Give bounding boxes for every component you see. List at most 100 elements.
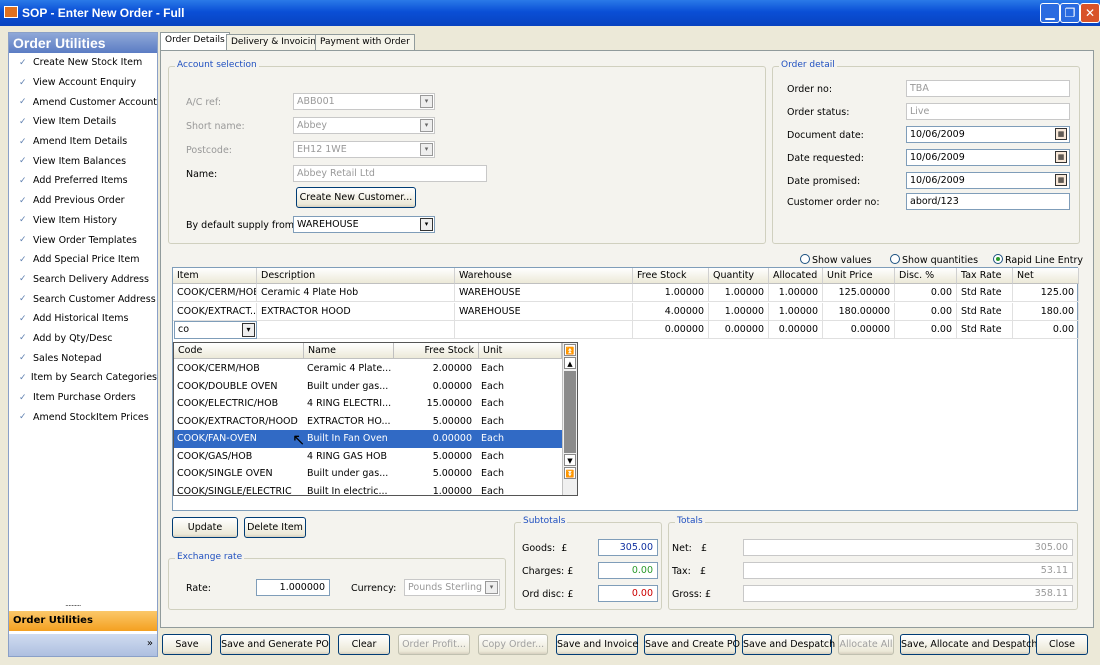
dropdown-row[interactable]: COOK/EXTRACTOR/HOOD EXTRACTOR HO... 5.0000… [174, 413, 562, 431]
grid-cell[interactable]: Std Rate [957, 284, 1013, 302]
grid-column-header[interactable]: Warehouse [455, 268, 633, 284]
grid-column-header[interactable]: Allocated [769, 268, 823, 284]
grid-cell[interactable]: 4.00000 [633, 302, 709, 321]
tab-order-details[interactable]: Order Details [160, 32, 230, 50]
sidebar-item[interactable]: ✓ Add Historical Items [9, 309, 157, 329]
sidebar-item[interactable]: ✓ Add by Qty/Desc [9, 329, 157, 349]
grid-cell[interactable]: 1.00000 [709, 284, 769, 302]
date-requested-field[interactable]: 10/06/2009 ▦ [906, 149, 1070, 166]
scroll-up-icon[interactable]: ▲ [564, 357, 576, 369]
grid-cell[interactable]: 0.00 [895, 321, 957, 339]
grid-cell[interactable]: 0.00 [895, 284, 957, 302]
charges-value[interactable]: 0.00 [598, 562, 658, 579]
scroll-thumb[interactable] [564, 371, 576, 453]
grid-cell[interactable]: 0.00000 [633, 321, 709, 339]
sidebar-item[interactable]: ✓ View Account Enquiry [9, 73, 157, 93]
save-generate-po-button[interactable]: Save and Generate PO [220, 634, 330, 655]
sidebar-options-bar[interactable]: » [9, 634, 157, 656]
scroll-top-icon[interactable]: ⏫ [564, 344, 576, 356]
grid-column-header[interactable]: Net [1013, 268, 1079, 284]
grid-column-header[interactable]: Item [173, 268, 257, 284]
clear-button[interactable]: Clear [338, 634, 390, 655]
sidebar-item[interactable]: ✓ Amend Customer Account [9, 92, 157, 112]
sidebar-item[interactable]: ✓ Search Delivery Address [9, 270, 157, 290]
chevron-down-icon[interactable]: ▾ [242, 323, 255, 337]
order-profit-button[interactable]: Order Profit... [398, 634, 470, 655]
sidebar-grip[interactable]: .......... [65, 599, 81, 608]
save-and-invoice-button[interactable]: Save and Invoice [556, 634, 638, 655]
dropdown-column-header[interactable]: Unit [479, 343, 562, 359]
sidebar-item[interactable]: ✓ View Item Details [9, 112, 157, 132]
grid-column-header[interactable]: Free Stock [633, 268, 709, 284]
grid-cell[interactable]: COOK/CERM/HOB [173, 284, 257, 302]
grid-cell[interactable]: 180.00 [1013, 302, 1079, 321]
dropdown-row[interactable]: COOK/FAN-OVEN Built In Fan Oven 0.00000 Eac… [174, 430, 562, 448]
calendar-icon[interactable]: ▦ [1055, 128, 1067, 140]
sidebar-item[interactable]: ✓ Add Preferred Items [9, 171, 157, 191]
sidebar-item[interactable]: ✓ Item by Search Categories [9, 368, 157, 388]
grid-column-header[interactable]: Unit Price [823, 268, 895, 284]
grid-cell[interactable]: 1.00000 [709, 302, 769, 321]
date-promised-field[interactable]: 10/06/2009 ▦ [906, 172, 1070, 189]
dropdown-row[interactable]: COOK/ELECTRIC/HOB 4 RING ELECTRI... 15.000… [174, 395, 562, 413]
sidebar-item[interactable]: ✓ Sales Notepad [9, 348, 157, 368]
dropdown-row[interactable]: COOK/SINGLE OVEN Built under gas... 5.0000… [174, 465, 562, 483]
grid-column-header[interactable]: Quantity [709, 268, 769, 284]
save-allocate-despatch-button[interactable]: Save, Allocate and Despatch [900, 634, 1037, 655]
grid-cell[interactable]: 0.00 [895, 302, 957, 321]
supply-from-select[interactable]: WAREHOUSE ▾ [293, 216, 435, 233]
sidebar-footer-tab[interactable]: Order Utilities [9, 611, 157, 631]
document-date-field[interactable]: 10/06/2009 ▦ [906, 126, 1070, 143]
item-lookup-dropdown[interactable]: ⏫ ▲ ▼ ⏬ Code Name Free Stock Unit COOK/CERM/… [173, 342, 578, 497]
minimize-icon[interactable]: ▁ [1040, 3, 1060, 23]
grid-cell[interactable]: 1.00000 [633, 284, 709, 302]
show-values-radio[interactable]: Show values [800, 254, 872, 266]
sidebar-item[interactable]: ✓ Add Previous Order [9, 191, 157, 211]
grid-cell[interactable]: WAREHOUSE [455, 284, 633, 302]
radio-icon[interactable] [800, 254, 810, 264]
sidebar-item[interactable]: ✓ Amend StockItem Prices [9, 407, 157, 427]
sidebar-item[interactable]: ✓ View Item Balances [9, 151, 157, 171]
save-button[interactable]: Save [162, 634, 212, 655]
grid-cell[interactable]: 0.00000 [709, 321, 769, 339]
allocate-all-button[interactable]: Allocate All [838, 634, 894, 655]
copy-order-button[interactable]: Copy Order... [478, 634, 548, 655]
grid-cell[interactable]: Ceramic 4 Plate Hob [257, 284, 455, 302]
tab-delivery-invoicing[interactable]: Delivery & Invoicing [226, 34, 327, 50]
grid-column-header[interactable]: Tax Rate [957, 268, 1013, 284]
grid-cell[interactable] [455, 321, 633, 339]
rate-field[interactable]: 1.000000 [256, 579, 330, 596]
grid-cell[interactable]: Std Rate [957, 321, 1013, 339]
dropdown-row[interactable]: COOK/CERM/HOB Ceramic 4 Plate... 2.00000 Ea… [174, 360, 562, 378]
delete-item-button[interactable]: Delete Item [244, 517, 306, 538]
grid-cell[interactable]: EXTRACTOR HOOD [257, 302, 455, 321]
sidebar-item[interactable]: ✓ Create New Stock Item [9, 53, 157, 73]
grid-cell[interactable]: 180.00000 [823, 302, 895, 321]
grid-cell[interactable]: 0.00000 [769, 321, 823, 339]
grid-cell[interactable]: 125.00000 [823, 284, 895, 302]
dropdown-column-header[interactable]: Name [304, 343, 394, 359]
sidebar-item[interactable]: ✓ Amend Item Details [9, 132, 157, 152]
radio-selected-icon[interactable] [993, 254, 1003, 264]
grid-cell[interactable]: 0.00 [1013, 321, 1079, 339]
rapid-line-entry-radio[interactable]: Rapid Line Entry [993, 254, 1083, 266]
item-code-input[interactable]: co ▾ [174, 321, 257, 339]
dropdown-scrollbar[interactable]: ⏫ ▲ ▼ ⏬ [562, 343, 577, 495]
close-icon[interactable]: ✕ [1080, 3, 1100, 23]
scroll-down-icon[interactable]: ▼ [564, 454, 576, 466]
show-quantities-radio[interactable]: Show quantities [890, 254, 978, 266]
grid-column-header[interactable]: Disc. % [895, 268, 957, 284]
close-button[interactable]: Close [1036, 634, 1088, 655]
grid-cell[interactable]: 1.00000 [769, 284, 823, 302]
restore-icon[interactable]: ❐ [1060, 3, 1080, 23]
sidebar-item[interactable]: ✓ View Item History [9, 211, 157, 231]
grid-cell[interactable]: 125.00 [1013, 284, 1079, 302]
grid-cell[interactable]: COOK/EXTRACT... [173, 302, 257, 321]
ord-disc-value[interactable]: 0.00 [598, 585, 658, 602]
sidebar-item[interactable]: ✓ Item Purchase Orders [9, 388, 157, 408]
sidebar-item[interactable]: ✓ Search Customer Address [9, 289, 157, 309]
dropdown-row[interactable]: COOK/GAS/HOB 4 RING GAS HOB 5.00000 Each [174, 448, 562, 466]
sidebar-item[interactable]: ✓ Add Special Price Item [9, 250, 157, 270]
grid-cell[interactable]: 1.00000 [769, 302, 823, 321]
dropdown-column-header[interactable]: Code [174, 343, 304, 359]
